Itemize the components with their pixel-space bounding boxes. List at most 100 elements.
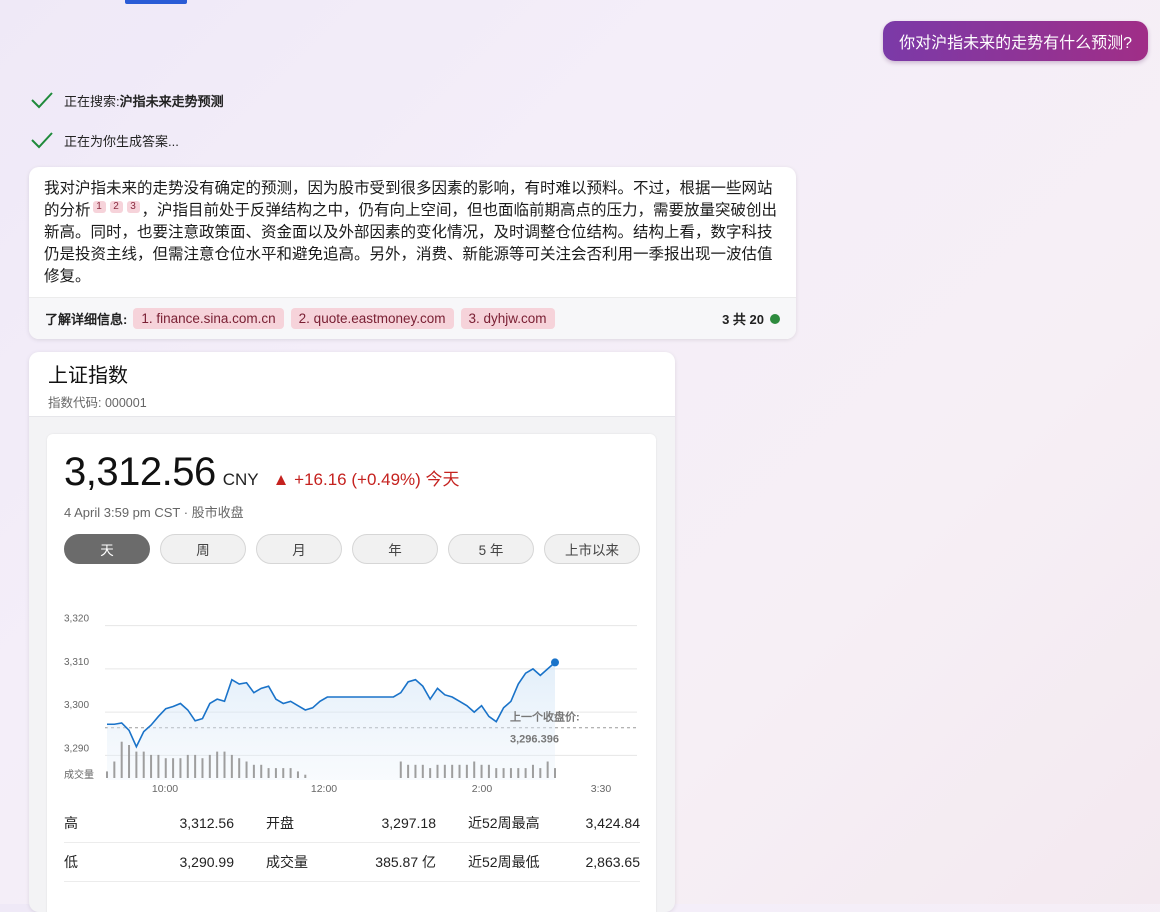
volume-bar [230, 754, 233, 778]
prev-close-value: 3,296.396 [510, 734, 559, 746]
volume-bar [531, 764, 534, 778]
volume-bar [208, 754, 211, 778]
x-tick-label: 2:00 [472, 783, 493, 794]
volume-bar [473, 761, 476, 778]
check-icon [31, 132, 53, 149]
prev-close-label: 上一个收盘价: [510, 710, 580, 724]
source-link-dyhjw[interactable]: 3. dyhjw.com [460, 308, 555, 329]
answer-text-part2: ，沪指目前处于反弹结构之中，仍有向上空间，但也面临前期高点的压力，需要放量突破创… [44, 202, 778, 285]
chart-area [107, 662, 555, 780]
stock-header: 上证指数 指数代码: 000001 [29, 352, 675, 417]
volume-bar [238, 758, 241, 778]
volume-bar [274, 768, 277, 778]
volume-bar [539, 768, 542, 778]
quote-panel: 3,312.56 CNY ▲ +16.16 (+0.49%) 今天 4 Apri… [47, 434, 656, 912]
stock-code: 指数代码: 000001 [48, 396, 147, 410]
x-tick-label: 12:00 [311, 783, 337, 794]
volume-bar [429, 768, 432, 778]
range-tab-week[interactable]: 周 [160, 534, 246, 564]
volume-bar [113, 761, 116, 778]
x-tick-label: 10:00 [152, 783, 178, 794]
volume-bar [172, 758, 175, 778]
volume-bar [142, 751, 145, 778]
volume-bar [304, 774, 307, 778]
citation-2[interactable]: 2 [109, 200, 123, 213]
volume-bar [465, 764, 468, 778]
volume-bar [216, 751, 219, 778]
currency: CNY [222, 470, 259, 489]
volume-bar [502, 768, 505, 778]
response-counter: 3 共 20 [722, 309, 780, 328]
volume-bar [157, 754, 160, 778]
generating-step-label: 正在为你生成答案... [64, 133, 179, 149]
volume-bar [201, 758, 204, 778]
range-tab-month[interactable]: 月 [256, 534, 342, 564]
volume-bar [517, 768, 520, 778]
range-tabs: 天 周 月 年 5 年 上市以来 [64, 534, 640, 564]
stat-value: 3,312.56 [179, 815, 235, 831]
source-link-sina[interactable]: 1. finance.sina.com.cn [133, 308, 284, 329]
stats-table: 高 3,312.56 开盘 3,297.18 近52周最高 3,424.84 低… [64, 804, 640, 882]
volume-bar [223, 751, 226, 778]
volume-bar [106, 771, 108, 778]
volume-bar [524, 768, 527, 778]
stat-label: 高 [64, 815, 78, 831]
answer-text: 我对沪指未来的走势没有确定的预测，因为股市受到很多因素的影响，有时难以预料。不过… [29, 167, 796, 288]
last-price-point [551, 658, 559, 667]
stats-row: 高 3,312.56 开盘 3,297.18 近52周最高 3,424.84 [64, 804, 640, 843]
volume-bar [546, 761, 549, 778]
stat-value: 2,863.65 [585, 854, 641, 870]
stat-label: 低 [64, 854, 78, 870]
volume-bar [282, 768, 285, 778]
y-tick-label: 3,300 [64, 700, 89, 711]
learn-more-bar: 了解详细信息: 1. finance.sina.com.cn 2. quote.… [29, 297, 796, 339]
learn-more-label: 了解详细信息: [45, 312, 128, 327]
check-icon [31, 92, 53, 109]
volume-bar [194, 754, 197, 778]
price-row: 3,312.56 CNY ▲ +16.16 (+0.49%) 今天 [64, 450, 460, 495]
volume-bar [436, 764, 439, 778]
volume-bar [407, 764, 410, 778]
volume-bar [296, 771, 299, 778]
volume-bar [399, 761, 402, 778]
source-link-eastmoney[interactable]: 2. quote.eastmoney.com [290, 308, 454, 329]
volume-bar [120, 741, 123, 778]
volume-bar [487, 764, 490, 778]
answer-card: 我对沪指未来的走势没有确定的预测，因为股市受到很多因素的影响，有时难以预料。不过… [29, 167, 796, 339]
range-tab-year[interactable]: 年 [352, 534, 438, 564]
volume-bar [421, 764, 424, 778]
y-tick-label: 3,290 [64, 743, 89, 754]
stock-name[interactable]: 上证指数 [48, 364, 675, 388]
volume-bar [289, 768, 292, 778]
search-step: 正在搜索: 沪指未来走势预测 [30, 90, 224, 110]
volume-bar [443, 764, 446, 778]
range-tab-day[interactable]: 天 [64, 534, 150, 564]
price-chart[interactable]: 3,320 3,310 3,300 3,290 上一个收盘价: 3,296.396 10:0… [47, 594, 656, 794]
volume-bar [260, 764, 263, 778]
citation-3[interactable]: 3 [126, 200, 140, 213]
volume-bar [414, 764, 417, 778]
x-tick-label: 3:30 [591, 783, 612, 794]
search-step-query: 沪指未来走势预测 [119, 93, 224, 109]
volume-bar [509, 768, 512, 778]
current-price: 3,312.56 [64, 450, 216, 494]
volume-bar [267, 768, 270, 778]
stat-value: 385.87 亿 [375, 854, 436, 870]
stats-row: 低 3,290.99 成交量 385.87 亿 近52周最低 2,863.65 [64, 843, 640, 882]
stat-value: 3,297.18 [381, 815, 437, 831]
search-step-label: 正在搜索: [64, 93, 120, 109]
stat-value: 3,424.84 [585, 815, 641, 831]
range-tab-max[interactable]: 上市以来 [544, 534, 640, 564]
stat-label: 近52周最低 [468, 854, 540, 870]
response-counter-text: 3 共 20 [722, 312, 764, 327]
price-change: ▲ +16.16 (+0.49%) 今天 [272, 470, 460, 489]
volume-bar [245, 761, 248, 778]
stat-value: 3,290.99 [179, 854, 235, 870]
status-dot-icon [770, 313, 780, 324]
volume-bar [186, 754, 189, 778]
quote-timestamp: 4 April 3:59 pm CST · 股市收盘 [64, 505, 244, 520]
price-area [107, 662, 555, 780]
volume-bar [252, 764, 255, 778]
citation-1[interactable]: 1 [92, 200, 106, 213]
range-tab-5year[interactable]: 5 年 [448, 534, 534, 564]
